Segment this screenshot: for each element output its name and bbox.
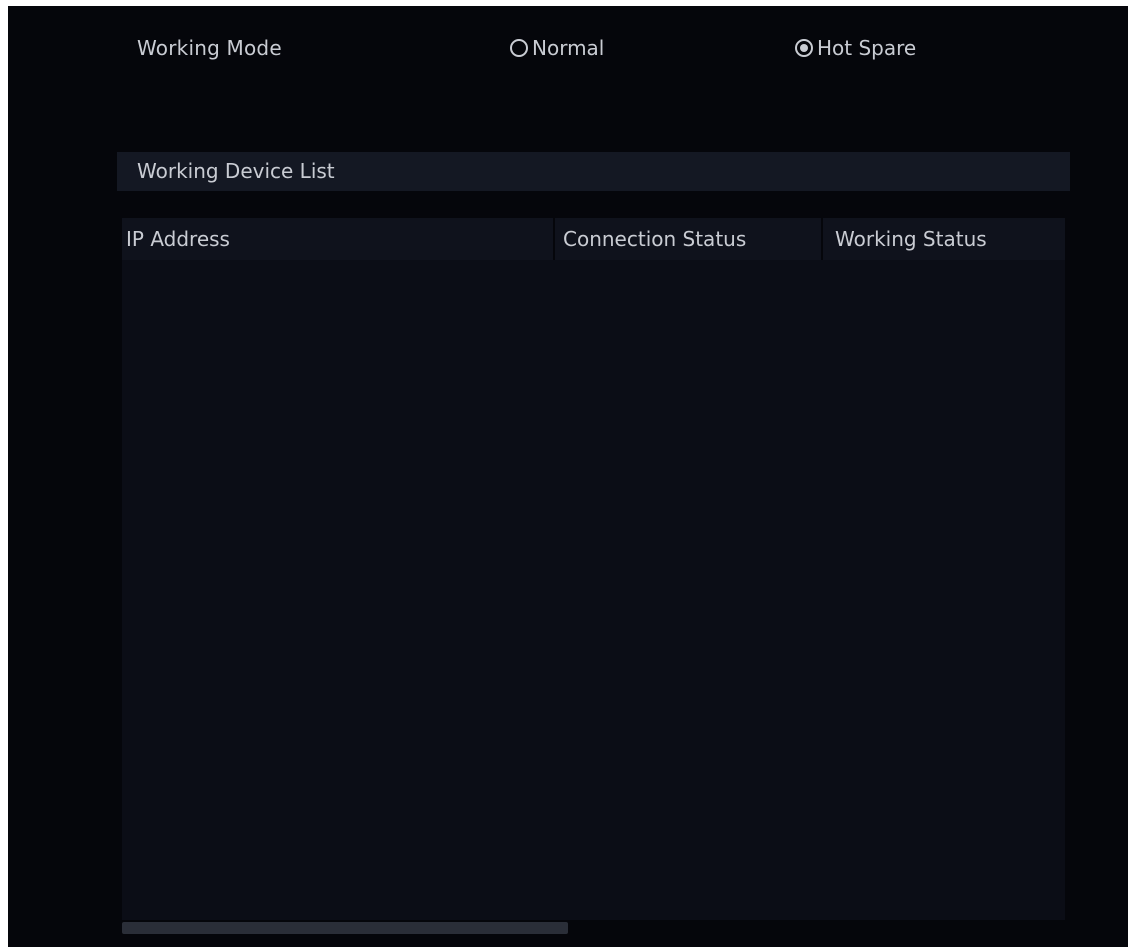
- radio-normal-label: Normal: [532, 36, 605, 60]
- working-device-list-title: Working Device List: [137, 159, 335, 183]
- radio-unchecked-icon: [510, 39, 528, 57]
- column-header-connection-status[interactable]: Connection Status: [555, 218, 823, 260]
- radio-checked-icon: [795, 39, 813, 57]
- working-device-table: IP Address Connection Status Working Sta…: [122, 218, 1065, 920]
- table-header-row: IP Address Connection Status Working Sta…: [122, 218, 1065, 260]
- radio-hot-spare-label: Hot Spare: [817, 36, 917, 60]
- table-body: [122, 260, 1065, 920]
- column-header-ip-address[interactable]: IP Address: [122, 218, 555, 260]
- horizontal-scrollbar[interactable]: [122, 922, 568, 934]
- working-mode-label: Working Mode: [137, 36, 282, 60]
- working-device-list-header: Working Device List: [117, 152, 1070, 191]
- radio-normal[interactable]: Normal: [510, 36, 604, 60]
- radio-hot-spare[interactable]: Hot Spare: [795, 36, 916, 60]
- column-header-working-status[interactable]: Working Status: [823, 218, 1065, 260]
